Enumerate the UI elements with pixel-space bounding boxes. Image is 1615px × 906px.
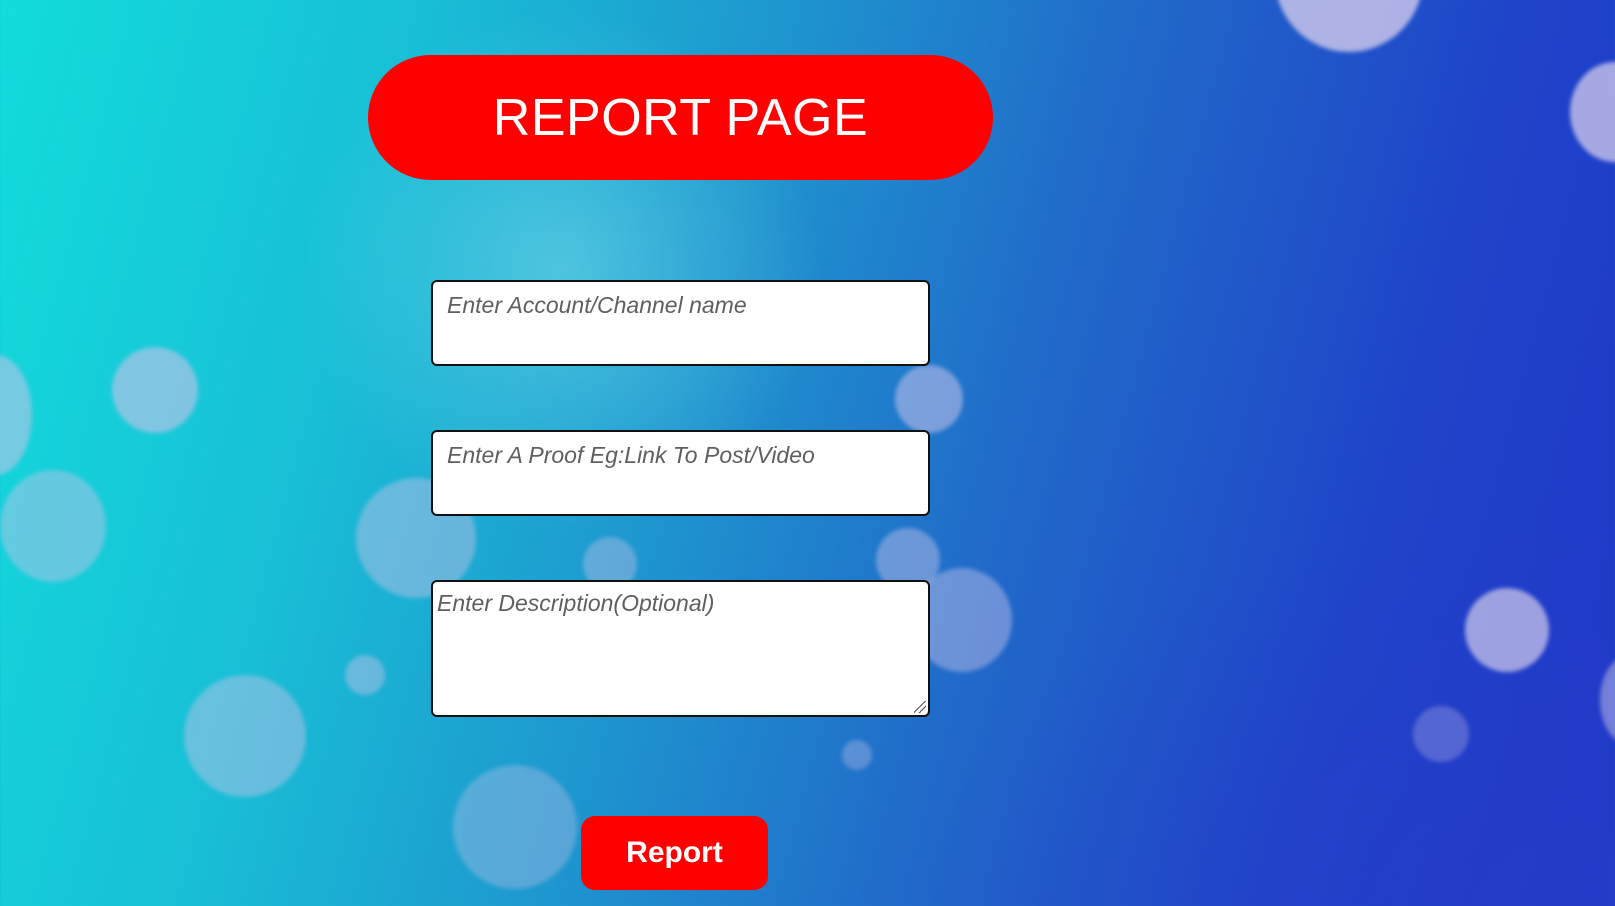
bokeh-circle — [1465, 588, 1549, 672]
proof-link-input[interactable] — [431, 430, 930, 516]
bokeh-circle — [0, 470, 106, 582]
bokeh-circle — [1413, 706, 1469, 762]
bokeh-circle — [842, 740, 872, 770]
page-title: REPORT PAGE — [492, 88, 869, 147]
bokeh-circle — [453, 765, 577, 889]
bokeh-circle — [345, 655, 385, 695]
bokeh-circle — [112, 347, 198, 433]
account-channel-input[interactable] — [431, 280, 930, 366]
bokeh-circle — [1275, 0, 1423, 52]
bokeh-circle — [1600, 655, 1615, 745]
bokeh-circle — [0, 355, 32, 475]
resize-grip-icon[interactable] — [914, 701, 926, 713]
bokeh-circle — [184, 675, 306, 797]
page-title-banner: REPORT PAGE — [368, 55, 993, 180]
description-textarea[interactable] — [431, 580, 930, 717]
bokeh-circle — [895, 365, 963, 433]
report-button[interactable]: Report — [581, 816, 768, 890]
bokeh-circle — [1570, 62, 1615, 162]
